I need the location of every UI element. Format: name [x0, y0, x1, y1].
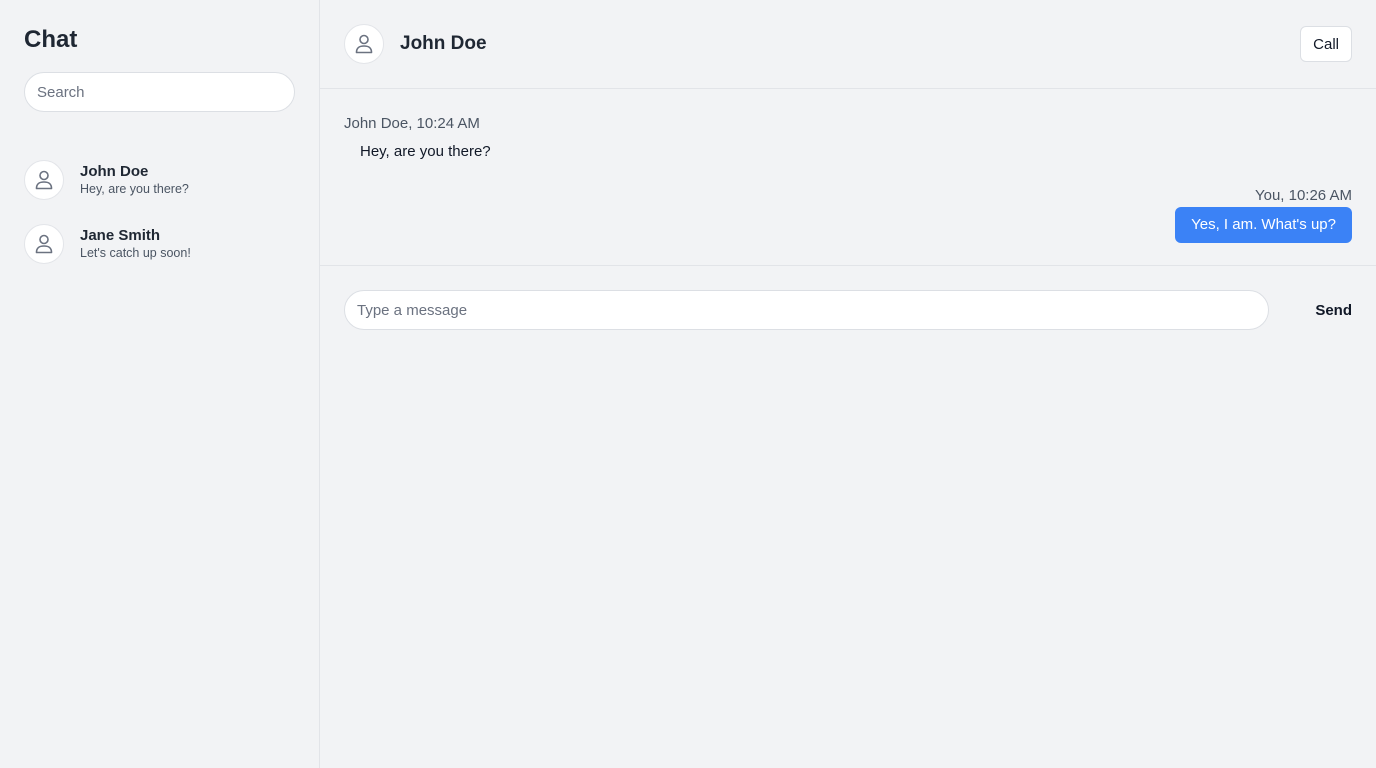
search-input[interactable] [24, 72, 295, 112]
contact-name: John Doe [80, 162, 149, 180]
outgoing-message: You, 10:26 AM Yes, I am. What's up? [344, 186, 1352, 243]
contact-preview: Let's catch up soon! [80, 245, 191, 260]
message-text: Hey, are you there? [360, 143, 491, 160]
chat-app: Chat John Doe Hey, are you there? [0, 0, 1376, 768]
contact-text: John Doe Hey, are you there? [80, 163, 189, 198]
contact-name: Jane Smith [80, 226, 161, 244]
message-list: John Doe, 10:24 AM Hey, are you there? Y… [320, 89, 1376, 266]
contact-text: Jane Smith Let's catch up soon! [80, 227, 191, 262]
message-composer: Send [320, 266, 1376, 330]
header-contact-name: John Doe [400, 33, 487, 54]
app-title: Chat [24, 26, 78, 53]
chat-panel: John Doe Call John Doe, 10:24 AM Hey, ar… [320, 0, 1376, 768]
send-button[interactable]: Send [1305, 290, 1352, 330]
sidebar: Chat John Doe Hey, are you there? [0, 0, 320, 768]
avatar [24, 160, 64, 200]
message-meta: John Doe, 10:24 AM [344, 115, 480, 132]
contact-list: John Doe Hey, are you there? Jane Smith … [24, 160, 295, 264]
incoming-message: John Doe, 10:24 AM Hey, are you there? [344, 114, 1352, 162]
message-input[interactable] [344, 290, 1269, 330]
user-icon [35, 170, 53, 190]
contact-item-jane-smith[interactable]: Jane Smith Let's catch up soon! [24, 224, 295, 264]
chat-header: John Doe Call [320, 0, 1376, 89]
user-icon [35, 234, 53, 254]
contact-item-john-doe[interactable]: John Doe Hey, are you there? [24, 160, 295, 200]
message-meta: You, 10:26 AM [1254, 187, 1352, 204]
message-bubble: Yes, I am. What's up? [1175, 207, 1352, 243]
header-avatar [344, 24, 384, 64]
avatar [24, 224, 64, 264]
user-icon [355, 34, 373, 54]
call-button[interactable]: Call [1300, 26, 1352, 62]
contact-preview: Hey, are you there? [80, 181, 189, 196]
